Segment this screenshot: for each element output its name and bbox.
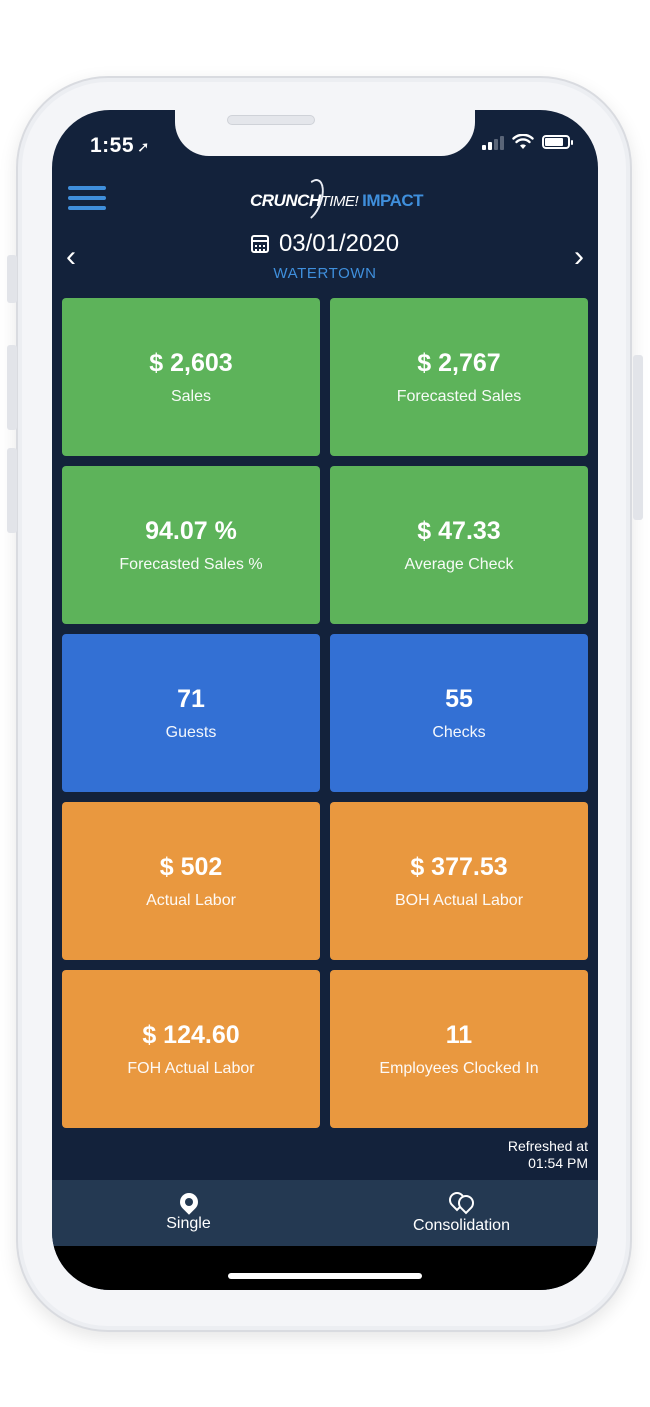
tile-value: $ 124.60 — [142, 1020, 240, 1049]
tile-checks[interactable]: 55 Checks — [330, 634, 588, 792]
notch — [175, 110, 475, 156]
tile-label: Checks — [432, 723, 486, 741]
selected-date: 03/01/2020 — [278, 230, 400, 257]
tile-label: Actual Labor — [146, 891, 236, 909]
tab-consolidation-label: Consolidation — [413, 1217, 510, 1234]
power-button — [633, 355, 643, 520]
tile-label: Forecasted Sales — [396, 387, 522, 405]
wifi-icon — [512, 134, 534, 149]
hamburger-menu-button[interactable] — [68, 186, 106, 212]
crunchtime-impact-logo: CRUNCH TIME! IMPACT — [250, 175, 424, 225]
tile-value: $ 502 — [159, 852, 223, 881]
store-location: WATERTOWN — [273, 265, 377, 282]
tab-consolidation[interactable]: Consolidation — [325, 1180, 598, 1246]
kpi-grid: $ 2,603 Sales $ 2,767 Forecasted Sales 9… — [62, 298, 588, 1128]
menu-icon-bar — [68, 206, 106, 210]
tile-label: Employees Clocked In — [379, 1059, 539, 1077]
app-screen: 1:55 ➚ CRUNCH TIME! IMPACT ‹ › 03/01/2020 W… — [52, 110, 598, 1290]
tile-value: $ 47.33 — [417, 516, 501, 545]
location-arrow-icon: ➚ — [137, 139, 151, 156]
menu-icon-bar — [68, 196, 106, 200]
multiple-map-pins-icon — [445, 1188, 477, 1215]
home-bar-area — [52, 1246, 598, 1290]
tile-boh-actual-labor[interactable]: $ 377.53 BOH Actual Labor — [330, 802, 588, 960]
volume-down-button — [7, 448, 17, 533]
refreshed-timestamp: Refreshed at 01:54 PM — [508, 1138, 588, 1172]
logo-impact-text: IMPACT — [362, 191, 424, 210]
home-indicator[interactable] — [228, 1273, 422, 1279]
status-time-text: 1:55 — [90, 134, 135, 157]
tile-employees-clocked-in[interactable]: 11 Employees Clocked In — [330, 970, 588, 1128]
tile-foh-actual-labor[interactable]: $ 124.60 FOH Actual Labor — [62, 970, 320, 1128]
status-time: 1:55 ➚ — [90, 134, 150, 158]
refreshed-time: 01:54 PM — [528, 1155, 588, 1171]
tile-value: 11 — [445, 1020, 473, 1049]
tile-value: $ 2,767 — [417, 348, 501, 377]
tab-single-label: Single — [166, 1215, 211, 1232]
tile-value: 94.07 % — [145, 516, 237, 545]
date-selector[interactable]: 03/01/2020 — [52, 230, 598, 258]
tile-label: FOH Actual Labor — [127, 1059, 255, 1077]
calendar-icon — [250, 235, 269, 253]
tile-guests[interactable]: 71 Guests — [62, 634, 320, 792]
tile-value: 71 — [177, 684, 205, 713]
tile-label: Forecasted Sales % — [119, 555, 263, 573]
logo-time-text: TIME! — [320, 192, 359, 210]
tile-label: Guests — [165, 723, 217, 741]
status-icons — [482, 134, 573, 150]
menu-icon-bar — [68, 186, 106, 190]
earpiece-speaker — [227, 115, 315, 125]
battery-icon — [542, 135, 573, 149]
tile-value: $ 377.53 — [410, 852, 508, 881]
tile-sales[interactable]: $ 2,603 Sales — [62, 298, 320, 456]
tile-forecasted-sales-percent[interactable]: 94.07 % Forecasted Sales % — [62, 466, 320, 624]
map-pin-icon — [175, 1189, 202, 1215]
tab-single[interactable]: Single — [52, 1180, 325, 1246]
tile-average-check[interactable]: $ 47.33 Average Check — [330, 466, 588, 624]
refreshed-label: Refreshed at — [507, 1138, 588, 1154]
volume-up-button — [7, 345, 17, 430]
bottom-tab-bar: Single Consolidation — [52, 1180, 598, 1246]
tile-label: Average Check — [404, 555, 514, 573]
tile-value: 55 — [445, 684, 473, 713]
mute-switch — [7, 255, 17, 303]
tile-value: $ 2,603 — [149, 348, 233, 377]
tile-label: Sales — [170, 387, 212, 405]
tile-forecasted-sales[interactable]: $ 2,767 Forecasted Sales — [330, 298, 588, 456]
tile-actual-labor[interactable]: $ 502 Actual Labor — [62, 802, 320, 960]
tile-label: BOH Actual Labor — [394, 891, 524, 909]
cellular-signal-icon — [482, 134, 504, 150]
